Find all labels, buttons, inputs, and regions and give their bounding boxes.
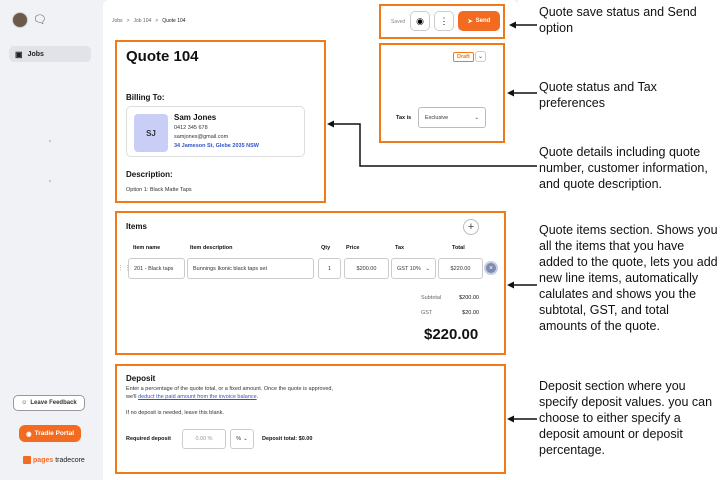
- send-button[interactable]: ➤ Send: [458, 11, 500, 31]
- sidebar-item-jobs[interactable]: ▣ Jobs: [9, 46, 91, 62]
- brand-logo: pages tradecore: [23, 456, 85, 464]
- preview-button[interactable]: ◉: [410, 11, 430, 31]
- close-icon: ×: [488, 264, 494, 272]
- callout-tax: Quote status and Tax preferences: [539, 80, 657, 110]
- tax-label: Tax is: [396, 115, 412, 121]
- subtotal-value: $200.00: [459, 295, 479, 301]
- tax-highlight-box: [379, 43, 505, 143]
- deposit-text: we'll deduct the paid amount from the in…: [126, 394, 259, 400]
- column-header: Tax: [395, 245, 405, 251]
- breadcrumb-jobs[interactable]: Jobs: [112, 18, 123, 24]
- column-header: Item name: [133, 245, 161, 251]
- column-header: Total: [452, 245, 465, 251]
- item-price-field[interactable]: $200.00: [344, 258, 389, 279]
- divider-dot: [49, 140, 51, 142]
- item-qty-field[interactable]: 1: [318, 258, 341, 279]
- customer-initials: SJ: [134, 114, 168, 152]
- gst-value: $20.00: [462, 310, 479, 316]
- column-header: Price: [346, 245, 360, 251]
- feedback-icon: ☺: [21, 400, 28, 406]
- brand-mark-icon: [23, 456, 31, 464]
- item-name-field[interactable]: 201 - Black taps: [128, 258, 185, 279]
- breadcrumb-separator: >: [126, 18, 130, 24]
- deposit-text: Enter a percentage of the quote total, o…: [126, 386, 333, 392]
- kebab-icon: ⋮: [439, 15, 449, 26]
- status-badge[interactable]: Draft: [453, 52, 474, 62]
- saved-status: Saved: [391, 19, 406, 25]
- chevron-down-icon: ⌄: [425, 265, 430, 272]
- more-options-button[interactable]: ⋮: [434, 11, 454, 31]
- tax-select[interactable]: Exclusive ⌄: [418, 107, 486, 128]
- deposit-text: If no deposit is needed, leave this blan…: [126, 410, 224, 416]
- breadcrumb-job[interactable]: Job 104: [133, 18, 151, 24]
- column-header: Qty: [321, 245, 331, 251]
- deposit-unit-select[interactable]: % ⌄: [230, 429, 254, 449]
- briefcase-icon: ▣: [15, 49, 23, 59]
- callout-details: Quote details including quote number, cu…: [539, 145, 708, 191]
- chat-icon[interactable]: 🗨: [33, 13, 47, 26]
- chevron-down-icon: ⌄: [474, 114, 479, 121]
- customer-card[interactable]: SJ Sam Jones 0412 345 678 samjones@gmail…: [126, 106, 305, 157]
- column-header: Item description: [190, 245, 233, 251]
- breadcrumb-current: Quote 104: [162, 18, 186, 24]
- required-deposit-label: Required deposit: [126, 436, 171, 442]
- sidebar-item-label: Jobs: [27, 50, 44, 58]
- eye-icon: ◉: [416, 15, 424, 26]
- total-value: $220.00: [424, 326, 479, 343]
- portal-icon: ◉: [25, 430, 32, 438]
- customer-name: Sam Jones: [174, 113, 217, 122]
- add-item-button[interactable]: +: [463, 219, 479, 235]
- sidebar: 🗨 ▣ Jobs ☺ Leave Feedback ◉ Tradie Porta…: [0, 0, 100, 480]
- divider-dot: [49, 180, 51, 182]
- plus-icon: +: [467, 221, 475, 233]
- item-tax-select[interactable]: GST 10% ⌄: [391, 258, 436, 279]
- deposit-highlight-box: [115, 364, 506, 474]
- callout-items: Quote items section. Shows you all the i…: [539, 223, 718, 333]
- callout-deposit: Deposit section where you specify deposi…: [539, 379, 713, 457]
- deposit-input[interactable]: 0.00 %: [182, 429, 226, 449]
- annotated-screenshot: 🗨 ▣ Jobs ☺ Leave Feedback ◉ Tradie Porta…: [0, 0, 720, 480]
- customer-phone: 0412 345 678: [174, 125, 208, 131]
- deposit-total: Deposit total: $0.00: [262, 436, 313, 442]
- description-label: Description:: [126, 170, 173, 179]
- description-value[interactable]: Option 1: Black Matte Taps: [126, 187, 192, 193]
- callout-status: Quote save status and Send option: [539, 5, 697, 35]
- breadcrumb: Jobs > Job 104 > Quote 104: [112, 18, 186, 24]
- billing-label: Billing To:: [126, 93, 165, 102]
- customer-address[interactable]: 34 Jameson St, Glebe 2035 NSW: [174, 143, 259, 149]
- chevron-down-icon: ⌄: [243, 436, 248, 442]
- gst-label: GST: [421, 310, 433, 316]
- customer-email: samjones@gmail.com: [174, 134, 229, 140]
- deposit-title: Deposit: [126, 374, 156, 383]
- item-total-field: $220.00: [438, 258, 483, 279]
- item-description-field[interactable]: Bunnings Ikonic black taps set: [187, 258, 314, 279]
- send-icon: ➤: [467, 18, 473, 25]
- chevron-down-icon: ⌄: [477, 54, 484, 60]
- breadcrumb-separator: >: [155, 18, 159, 24]
- remove-item-button[interactable]: ×: [484, 261, 498, 275]
- page-title: Quote 104: [126, 48, 199, 65]
- invoice-balance-link[interactable]: deduct the paid amount from the invoice …: [138, 394, 257, 400]
- avatar[interactable]: [12, 12, 28, 28]
- tradie-portal-button[interactable]: ◉ Tradie Portal: [19, 425, 81, 442]
- subtotal-label: Subtotal: [421, 295, 442, 301]
- leave-feedback-button[interactable]: ☺ Leave Feedback: [13, 395, 85, 411]
- status-dropdown[interactable]: ⌄: [475, 51, 486, 62]
- items-title: Items: [126, 222, 147, 231]
